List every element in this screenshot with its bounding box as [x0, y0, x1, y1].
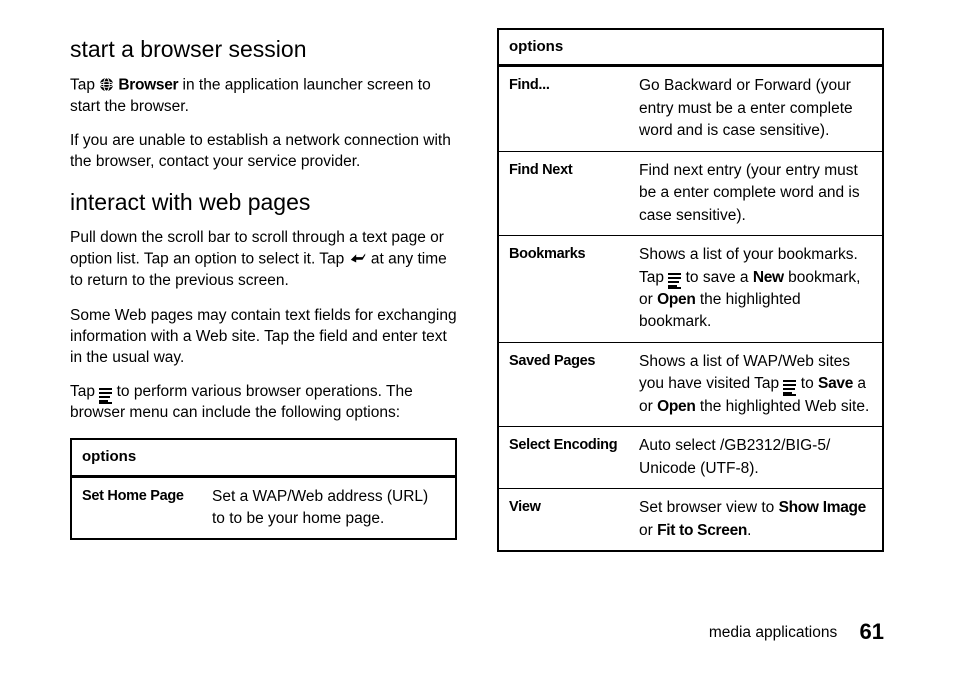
option-desc: Find next entry (your entry must be a en… [629, 151, 883, 235]
table-row: Set Home Page Set a WAP/Web address (URL… [71, 476, 456, 539]
browser-label: Browser [114, 77, 178, 94]
option-desc: Auto select /GB2312/BIG-5/ Unicode (UTF-… [629, 427, 883, 489]
options-table-right: options Find... Go Backward or Forward (… [497, 28, 884, 552]
option-name: Select Encoding [498, 427, 629, 489]
option-name: Saved Pages [498, 342, 629, 426]
options-table-left: options Set Home Page Set a WAP/Web addr… [70, 438, 457, 540]
option-name: Find... [498, 66, 629, 151]
back-arrow-icon [349, 249, 367, 270]
table-header: options [498, 29, 883, 66]
table-row: Select Encoding Auto select /GB2312/BIG-… [498, 427, 883, 489]
table-row: View Set browser view to Show Image or F… [498, 489, 883, 551]
option-name: Set Home Page [71, 476, 202, 539]
menu-icon [783, 380, 796, 391]
table-header: options [71, 439, 456, 476]
left-column: start a browser session Tap Browser in t… [70, 28, 457, 552]
globe-icon [99, 75, 114, 96]
option-desc: Set a WAP/Web address (URL) to to be you… [202, 476, 456, 539]
para-1: Tap Browser in the application launcher … [70, 75, 457, 117]
heading-start-browser: start a browser session [70, 34, 457, 65]
page-footer: media applications 61 [709, 619, 884, 645]
right-column: options Find... Go Backward or Forward (… [497, 28, 884, 552]
para-4: Some Web pages may contain text fields f… [70, 306, 457, 369]
option-desc: Shows a list of your bookmarks. Tap to s… [629, 236, 883, 343]
option-name: Bookmarks [498, 236, 629, 343]
para-3: Pull down the scroll bar to scroll throu… [70, 228, 457, 291]
table-row: Find Next Find next entry (your entry mu… [498, 151, 883, 235]
option-desc: Shows a list of WAP/Web sites you have v… [629, 342, 883, 426]
para-2: If you are unable to establish a network… [70, 131, 457, 173]
para-5: Tap to perform various browser operation… [70, 382, 457, 424]
table-row: Saved Pages Shows a list of WAP/Web site… [498, 342, 883, 426]
table-row: Find... Go Backward or Forward (your ent… [498, 66, 883, 151]
page-number: 61 [860, 619, 884, 644]
option-desc: Go Backward or Forward (your entry must … [629, 66, 883, 151]
heading-interact: interact with web pages [70, 187, 457, 218]
section-label: media applications [709, 624, 837, 641]
option-name: View [498, 489, 629, 551]
menu-icon [668, 273, 681, 284]
option-name: Find Next [498, 151, 629, 235]
table-row: Bookmarks Shows a list of your bookmarks… [498, 236, 883, 343]
option-desc: Set browser view to Show Image or Fit to… [629, 489, 883, 551]
menu-icon [99, 388, 112, 399]
